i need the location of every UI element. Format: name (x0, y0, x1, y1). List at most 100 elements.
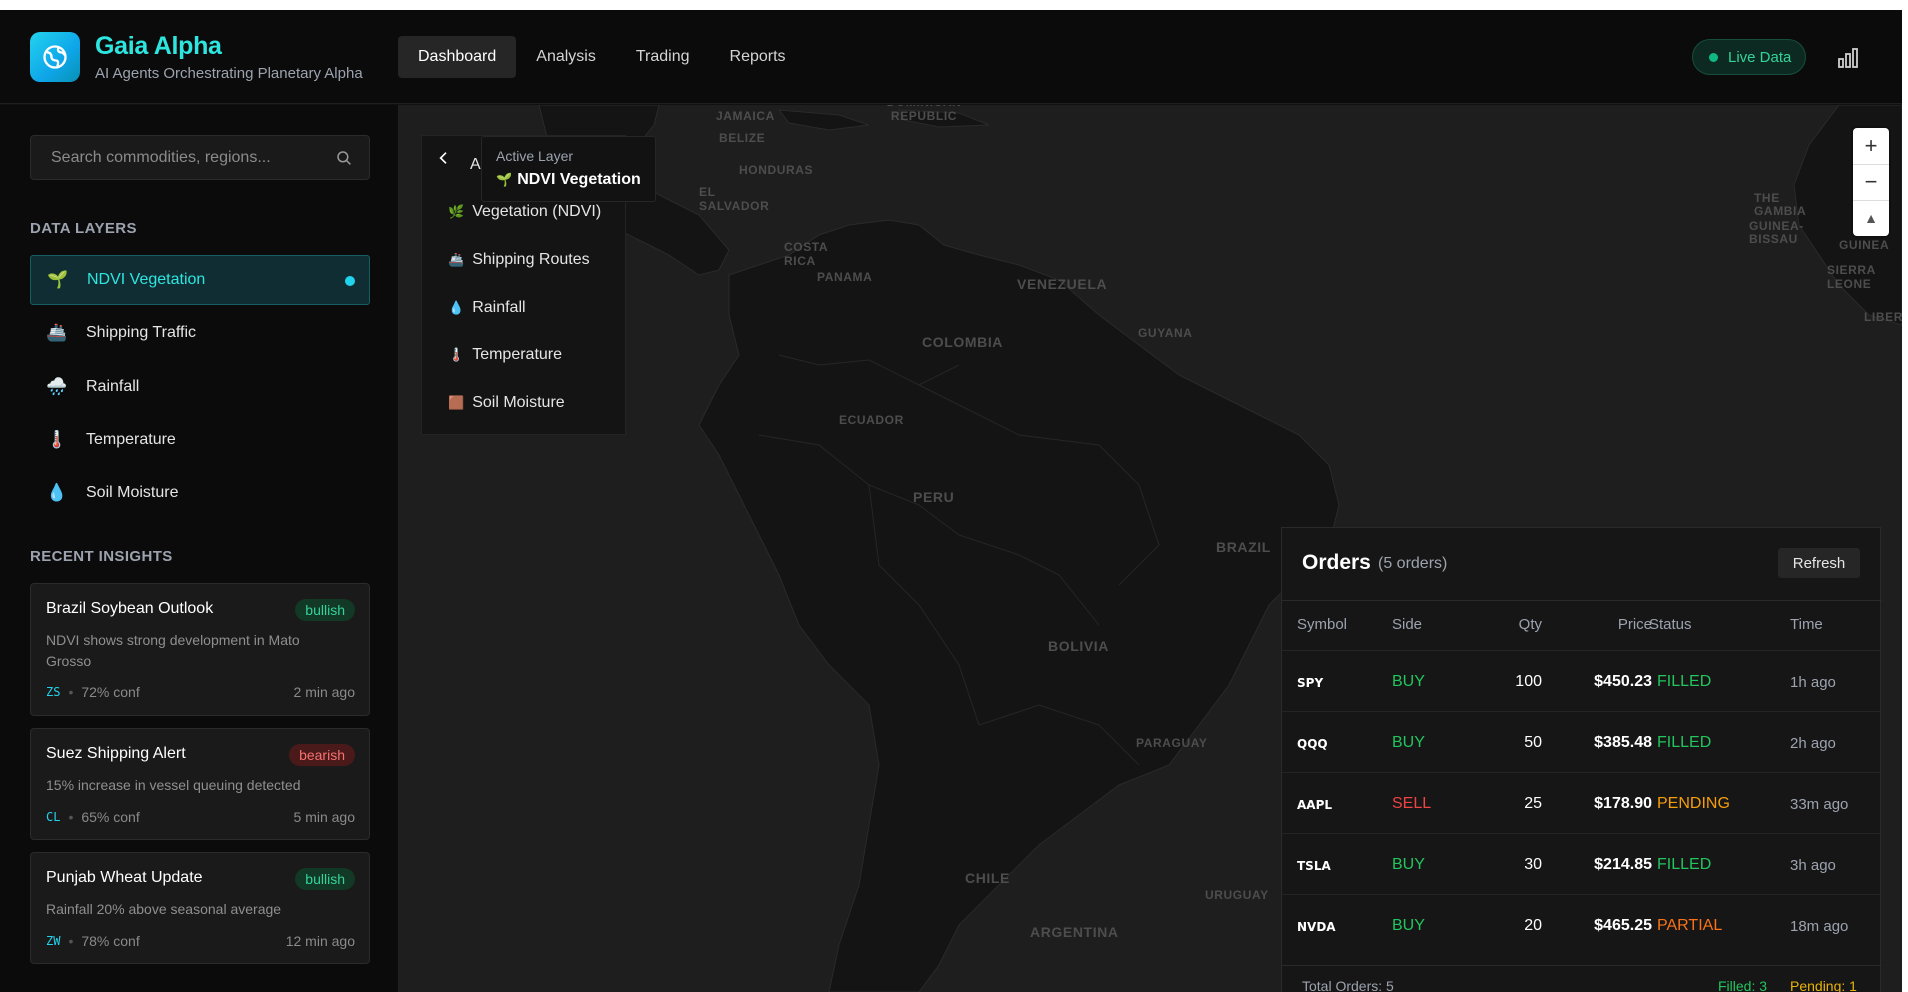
map-label: Ecuador (839, 413, 904, 427)
active-layer-name: NDVI Vegetation (517, 171, 641, 188)
insight-description: NDVI shows strong development in Mato Gr… (46, 632, 300, 669)
column-header-side[interactable]: Side (1392, 616, 1422, 633)
insight-meta: ZS • 72% conf (46, 684, 140, 700)
globe-icon (43, 45, 67, 69)
column-header-time[interactable]: Time (1790, 616, 1823, 633)
leaf-icon: 🌿 (448, 204, 465, 219)
chart-button[interactable] (1836, 46, 1860, 70)
top-header: Gaia Alpha AI Agents Orchestrating Plane… (0, 10, 1902, 104)
insight-confidence: 78% conf (81, 933, 140, 949)
insight-time: 12 min ago (285, 933, 355, 949)
map-label: Colombia (922, 334, 1004, 350)
insight-card[interactable]: Punjab Wheat Update bullish Rainfall 20%… (30, 852, 370, 964)
tab-dashboard[interactable]: Dashboard (398, 36, 517, 78)
insight-time: 2 min ago (293, 684, 355, 700)
sidebar-layer-ndvi[interactable]: 🌱 NDVI Vegetation (30, 255, 370, 305)
order-time: 3h ago (1790, 857, 1836, 874)
insight-card[interactable]: Suez Shipping Alert bearish 15% increase… (30, 728, 370, 840)
map-label: The Gambia (1754, 191, 1807, 218)
sentiment-badge: bullish (295, 868, 355, 890)
map-label: Belize (719, 131, 766, 145)
column-header-symbol[interactable]: Symbol (1297, 616, 1347, 633)
sidebar-layer-shipping[interactable]: 🚢 Shipping Traffic (30, 308, 370, 358)
map-label: El Salvador (699, 185, 770, 213)
map-layer-soil-moisture[interactable]: 🟫 Soil Moisture (448, 394, 565, 412)
page-scrollbar[interactable] (1902, 10, 1908, 992)
sentiment-badge: bearish (289, 744, 355, 766)
insight-card[interactable]: Brazil Soybean Outlook bullish NDVI show… (30, 583, 370, 716)
orders-title: Orders (1302, 551, 1371, 574)
rain-cloud-icon: 🌧️ (46, 377, 68, 396)
sidebar-layer-rainfall[interactable]: 🌧️ Rainfall (30, 362, 370, 412)
app-subtitle: AI Agents Orchestrating Planetary Alpha (95, 65, 363, 82)
map-layer-label: Rainfall (472, 299, 526, 316)
order-symbol: AAPL (1297, 798, 1333, 812)
layer-label: Shipping Traffic (86, 324, 196, 341)
map-label: Panama (817, 270, 873, 284)
ship-icon: 🚢 (448, 252, 465, 267)
live-data-badge[interactable]: Live Data (1692, 39, 1806, 75)
map-label: Peru (913, 489, 955, 505)
column-header-status[interactable]: Status (1649, 616, 1692, 633)
order-status: PENDING (1657, 795, 1730, 812)
compass-reset-button[interactable]: ▲ (1853, 200, 1889, 236)
order-price: $385.48 (1594, 734, 1652, 751)
column-header-price[interactable]: Price (1552, 616, 1652, 633)
column-header-qty[interactable]: Qty (1492, 616, 1542, 633)
order-qty: 30 (1524, 856, 1542, 873)
map-label: Brazil (1216, 539, 1271, 555)
map-layer-label: Soil Moisture (472, 394, 565, 411)
zoom-in-button[interactable]: + (1853, 128, 1889, 164)
map-label: Liberia (1864, 310, 1902, 324)
tab-analysis[interactable]: Analysis (516, 36, 616, 78)
app-logo[interactable] (30, 32, 80, 82)
tab-trading[interactable]: Trading (616, 36, 710, 78)
map-label: Paraguay (1136, 736, 1208, 750)
map-layer-rainfall[interactable]: 💧 Rainfall (448, 299, 526, 317)
sidebar-layer-soil-moisture[interactable]: 💧 Soil Moisture (30, 468, 370, 518)
map-label: Honduras (739, 163, 814, 177)
insight-meta: CL • 65% conf (46, 809, 140, 825)
order-qty: 20 (1524, 917, 1542, 934)
insight-meta: ZW • 78% conf (46, 933, 140, 949)
insight-title: Suez Shipping Alert (46, 745, 186, 762)
sidebar-layer-temperature[interactable]: 🌡️ Temperature (30, 415, 370, 465)
map-label: Bolivia (1048, 638, 1109, 654)
orders-panel: Orders (5 orders) Refresh Symbol Side Qt… (1281, 527, 1882, 992)
map-layer-shipping[interactable]: 🚢 Shipping Routes (448, 251, 590, 269)
refresh-button[interactable]: Refresh (1778, 548, 1860, 578)
order-symbol: NVDA (1297, 920, 1336, 934)
soil-icon: 🟫 (448, 395, 465, 410)
map-layer-temperature[interactable]: 🌡️ Temperature (448, 346, 562, 364)
map-label: Argentina (1030, 924, 1119, 940)
insight-title: Brazil Soybean Outlook (46, 600, 214, 617)
order-time: 18m ago (1790, 918, 1849, 935)
collapse-panel-button[interactable] (421, 135, 466, 180)
layer-label: Rainfall (86, 378, 140, 395)
active-layer-tooltip: Active Layer 🌱 NDVI Vegetation (481, 136, 656, 202)
order-price: $178.90 (1594, 795, 1652, 812)
layer-label: Temperature (86, 431, 176, 448)
map-label: Chile (965, 870, 1010, 886)
live-data-label: Live Data (1728, 48, 1792, 66)
order-qty: 100 (1515, 673, 1542, 690)
order-side: BUY (1392, 856, 1425, 873)
order-status: FILLED (1657, 673, 1712, 690)
order-symbol: TSLA (1297, 859, 1331, 873)
map-label: Guinea-Bissau (1749, 219, 1804, 246)
zoom-out-button[interactable]: − (1853, 164, 1889, 200)
insight-symbol: ZW (46, 934, 61, 948)
order-qty: 25 (1524, 795, 1542, 812)
insight-time: 5 min ago (293, 809, 355, 825)
order-side: SELL (1392, 795, 1432, 812)
search-icon[interactable] (335, 149, 353, 167)
sentiment-badge: bullish (295, 599, 355, 621)
order-qty: 50 (1524, 734, 1542, 751)
map-layer-label: Vegetation (NDVI) (472, 203, 602, 220)
map-layer-vegetation[interactable]: 🌿 Vegetation (NDVI) (448, 203, 601, 221)
tab-reports[interactable]: Reports (710, 36, 806, 78)
order-symbol: SPY (1297, 676, 1324, 690)
orders-pending-count: Pending: 1 (1790, 978, 1857, 992)
search-input[interactable] (31, 136, 331, 179)
seedling-icon: 🌱 (496, 172, 513, 187)
